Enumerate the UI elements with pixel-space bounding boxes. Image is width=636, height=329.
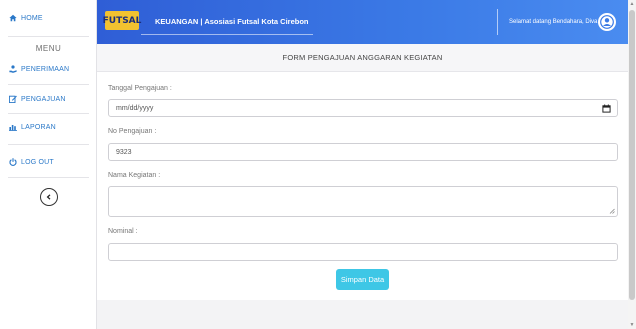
user-avatar[interactable] (598, 13, 616, 31)
brand-title: KEUANGAN | Asosiasi Futsal Kota Cirebon (155, 17, 309, 26)
divider (8, 144, 89, 145)
nominal-input[interactable] (108, 243, 618, 261)
power-icon (9, 158, 17, 166)
no-pengajuan-value: 9323 (116, 148, 132, 156)
nominal-label: Nominal : (108, 228, 138, 235)
sidebar-item-label: PENGAJUAN (21, 95, 66, 103)
brand-underline (141, 34, 313, 35)
sidebar-item-label: LAPORAN (21, 123, 56, 131)
divider (8, 36, 89, 37)
form-card: FORM PENGAJUAN ANGGARAN KEGIATAN Tanggal… (97, 44, 628, 300)
divider (8, 177, 89, 178)
brand-logo[interactable]: FUTSAL (103, 11, 141, 30)
sidebar-toggle-button[interactable] (40, 188, 58, 206)
scrollbar-thumb[interactable] (629, 10, 635, 300)
home-icon (9, 14, 17, 22)
chevron-left-icon (46, 194, 51, 200)
tanggal-value: mm/dd/yyyy (116, 104, 154, 112)
scroll-up-icon[interactable]: ▲ (628, 0, 636, 8)
tanggal-label: Tanggal Pengajuan : (108, 85, 172, 92)
resize-handle-icon[interactable] (609, 208, 615, 214)
no-pengajuan-input[interactable]: 9323 (108, 143, 618, 161)
user-icon (600, 15, 614, 29)
sidebar-item-laporan[interactable]: LAPORAN (9, 123, 56, 131)
form-title: FORM PENGAJUAN ANGGARAN KEGIATAN (97, 44, 628, 72)
nama-kegiatan-textarea[interactable] (108, 186, 618, 217)
sidebar: HOME MENU PENERIMAAN PENGAJUAN LAPORAN L… (0, 0, 97, 329)
sidebar-item-penerimaan[interactable]: PENERIMAAN (9, 65, 69, 73)
sidebar-item-label: LOG OUT (21, 158, 54, 166)
page-footer (97, 300, 628, 329)
page-scrollbar[interactable]: ▲ ▼ (628, 0, 636, 329)
edit-icon (9, 95, 17, 103)
hand-coin-icon (9, 65, 17, 73)
sidebar-item-logout[interactable]: LOG OUT (9, 158, 54, 166)
divider (8, 84, 89, 85)
no-pengajuan-label: No Pengajuan : (108, 128, 157, 135)
scroll-down-icon[interactable]: ▼ (628, 321, 636, 329)
tanggal-date-input[interactable]: mm/dd/yyyy (108, 99, 618, 117)
sidebar-item-label: PENERIMAAN (21, 65, 70, 73)
nama-kegiatan-label: Nama Kegiatan : (108, 172, 161, 179)
navbar-separator (497, 9, 498, 35)
sidebar-item-home[interactable]: HOME (9, 14, 43, 22)
sidebar-item-pengajuan[interactable]: PENGAJUAN (9, 95, 66, 103)
divider (8, 113, 89, 114)
bar-chart-icon (9, 125, 17, 131)
sidebar-item-label: HOME (21, 14, 43, 22)
menu-heading: MENU (35, 44, 62, 53)
welcome-text: Selamat datang Bendahara, Diva (509, 19, 598, 25)
top-navbar: FUTSAL KEUANGAN | Asosiasi Futsal Kota C… (97, 0, 628, 44)
simpan-data-button[interactable]: Simpan Data (336, 269, 389, 290)
calendar-icon[interactable] (602, 104, 611, 113)
